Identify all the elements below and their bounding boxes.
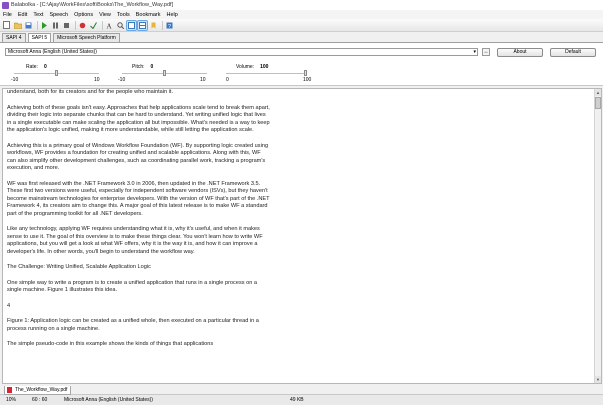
pdf-file-icon [7, 387, 12, 393]
tab-sapi5[interactable]: SAPI 5 [27, 33, 52, 42]
paragraph: WF was first released with the .NET Fram… [7, 180, 270, 217]
about-button[interactable]: About [497, 48, 543, 57]
vertical-scrollbar[interactable]: ▲ ▼ [594, 89, 601, 383]
volume-slider-track[interactable] [226, 73, 306, 74]
scroll-up-icon[interactable]: ▲ [595, 89, 601, 96]
pitch-slider-thumb[interactable] [162, 70, 166, 76]
spell-check-icon[interactable] [89, 21, 98, 30]
pause-icon[interactable] [51, 21, 60, 30]
status-voice: Microsoft Anna (English (United States)) [64, 397, 153, 403]
volume-min-label: 0 [226, 77, 229, 83]
status-file-size: 49 KB [290, 397, 304, 403]
window-title: Balabolka - [C:\Ajay\WorkFiles\soft\Book… [11, 2, 174, 8]
view-text-icon[interactable] [126, 19, 137, 31]
volume-value: 100 [260, 64, 269, 70]
menu-edit[interactable]: Edit [15, 12, 30, 18]
svg-text:?: ? [168, 24, 171, 29]
rate-value: 0 [43, 64, 47, 70]
menu-speech[interactable]: Speech [46, 12, 71, 18]
status-progress: 10% [6, 397, 17, 403]
status-position: 60 : 60 [32, 397, 48, 403]
volume-slider-thumb[interactable] [304, 70, 307, 76]
scrollbar-thumb[interactable] [595, 97, 601, 109]
pitch-max-label: 10 [200, 77, 206, 83]
scroll-down-icon[interactable]: ▼ [595, 376, 601, 383]
text-editor[interactable]: understand, both for its creators and fo… [2, 88, 602, 384]
svg-text:A: A [107, 22, 112, 29]
save-icon[interactable] [24, 21, 33, 30]
pitch-min-label: -10 [118, 77, 126, 83]
status-bar: 10% 60 : 60 Microsoft Anna (English (Uni… [0, 395, 603, 405]
document-text: understand, both for its creators and fo… [7, 89, 270, 357]
toolbar: A ? [0, 19, 603, 32]
rate-slider-thumb[interactable] [54, 70, 58, 76]
paragraph: Achieving both of these goals isn't easy… [7, 104, 270, 134]
voice-settings-icon[interactable]: ↔ [482, 48, 490, 56]
play-icon[interactable] [40, 21, 49, 30]
document-tabs: The_Workflow_Way.pdf [0, 386, 603, 395]
default-button[interactable]: Default [550, 48, 596, 57]
page-number: 4 [7, 302, 11, 309]
menu-view[interactable]: View [96, 12, 114, 18]
open-folder-icon[interactable] [13, 21, 22, 30]
paragraph: One simple way to write a program is to … [7, 279, 257, 294]
figure-caption: Figure 1: Application logic can be creat… [7, 318, 259, 332]
paragraph: Like any technology, applying WF require… [7, 226, 263, 255]
paragraph: Achieving this is a primary goal of Wind… [7, 142, 269, 172]
bookmark-icon[interactable] [149, 21, 158, 30]
paragraph: The simple pseudo-code in this example s… [7, 341, 214, 347]
document-tab-label: The_Workflow_Way.pdf [15, 386, 68, 393]
voice-settings-panel: Microsoft Anna (English (United States))… [0, 43, 603, 86]
menu-options[interactable]: Options [71, 12, 96, 18]
toolbar-separator [75, 20, 76, 30]
paragraph: understand, both for its creators and fo… [7, 89, 174, 95]
pitch-value: 0 [150, 64, 154, 70]
voice-dropdown-value: Microsoft Anna (English (United States)) [8, 49, 97, 55]
document-tab[interactable]: The_Workflow_Way.pdf [4, 386, 72, 395]
menu-bar: File Edit Text Speech Options View Tools… [0, 10, 603, 19]
menu-help[interactable]: Help [164, 12, 181, 18]
view-split-icon[interactable] [137, 19, 148, 31]
pitch-label: Pitch: 0 [132, 64, 154, 70]
stop-icon[interactable] [62, 21, 71, 30]
toolbar-separator [162, 20, 163, 30]
record-audio-icon[interactable] [78, 21, 87, 30]
menu-file[interactable]: File [0, 12, 15, 18]
engine-tabs: SAPI 4 SAPI 5 Microsoft Speech Platform [0, 33, 603, 43]
volume-max-label: 100 [303, 77, 312, 83]
volume-label: Volume: 100 [236, 64, 269, 70]
menu-bookmark[interactable]: Bookmark [133, 12, 164, 18]
app-icon [2, 1, 9, 9]
section-heading: The Challenge: Writing Unified, Scalable… [7, 264, 151, 270]
zoom-icon[interactable] [116, 21, 125, 30]
rate-max-label: 10 [94, 77, 100, 83]
toolbar-separator [37, 20, 38, 30]
tab-ms-speech-platform[interactable]: Microsoft Speech Platform [53, 33, 120, 42]
help-icon[interactable]: ? [165, 21, 174, 30]
menu-text[interactable]: Text [30, 12, 46, 18]
menu-tools[interactable]: Tools [114, 12, 133, 18]
voice-dropdown[interactable]: Microsoft Anna (English (United States))… [5, 48, 478, 56]
toolbar-separator [102, 20, 103, 30]
font-icon[interactable]: A [105, 21, 114, 30]
chevron-down-icon[interactable]: ▾ [473, 49, 476, 56]
rate-label: Rate: 0 [26, 64, 47, 70]
tab-sapi4[interactable]: SAPI 4 [2, 33, 26, 42]
title-bar: Balabolka - [C:\Ajay\WorkFiles\soft\Book… [0, 0, 603, 10]
rate-min-label: -10 [11, 77, 19, 83]
new-document-icon[interactable] [2, 21, 11, 30]
